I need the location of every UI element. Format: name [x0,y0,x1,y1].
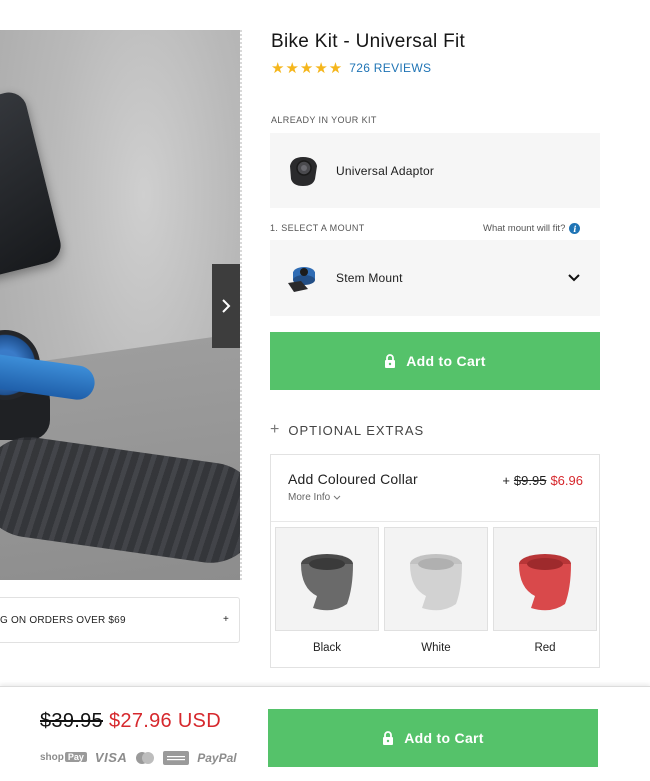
sticky-price-old: $39.95 [40,710,103,732]
plus-icon: + [222,614,229,625]
mastercard-icon [136,751,155,764]
more-info-link[interactable]: More Info [288,492,341,503]
promo-text: G ON ORDERS OVER $69 [0,614,126,626]
collar-price: + $9.95 $6.96 [502,473,583,488]
mount-selected: Stem Mount [336,271,403,285]
price-prefix: + [502,473,510,488]
collar-option-white[interactable]: White [384,527,488,654]
collar-option-red[interactable]: Red [493,527,597,654]
collar-option-black[interactable]: Black [275,527,379,654]
collar-card: Add Coloured Collar More Info + $9.95 $6… [270,454,600,668]
shop-pay-icon: shop Pay [40,752,87,763]
star-rating-icon: ★★★★★ [271,60,344,77]
collar-image-red [493,527,597,631]
lock-icon [385,354,396,368]
slider-next-button[interactable] [212,264,240,348]
kit-item: Universal Adaptor [270,133,600,208]
rating: ★★★★★ 726 REVIEWS [271,59,431,77]
collar-header: Add Coloured Collar More Info + $9.95 $6… [271,455,599,522]
sticky-price: $39.95 $27.96 USD [40,710,221,733]
sticky-cart-bar: $39.95 $27.96 USD shop Pay VISA PayPal Ad… [0,686,650,781]
optional-extras-heading: OPTIONAL EXTRAS [288,422,425,438]
sticky-add-to-cart-button[interactable]: Add to Cart [268,709,598,767]
collar-label-white: White [421,642,451,654]
info-icon: i [569,223,581,234]
product-image [0,30,240,580]
amex-icon [163,750,190,765]
adaptor-thumbnail [284,152,322,190]
mount-help-text: What mount will fit? [483,223,566,234]
collar-image-white [384,527,488,631]
mount-label: 1. SELECT A MOUNT [270,223,365,233]
collar-label-red: Red [534,642,556,654]
product-title: Bike Kit - Universal Fit [271,31,466,52]
collar-label-black: Black [312,642,342,654]
sticky-add-to-cart-label: Add to Cart [404,730,484,746]
lock-icon [383,731,394,745]
sticky-price-new: $27.96 USD [108,710,221,732]
kit-item-name: Universal Adaptor [336,163,435,178]
image-phone [0,88,65,287]
kit-label: ALREADY IN YOUR KIT [271,115,377,125]
optional-extras-toggle[interactable]: + OPTIONAL EXTRAS [270,421,424,439]
collar-options: Black White Red [271,522,599,654]
plus-icon: + [270,421,281,438]
mount-select[interactable]: Stem Mount [270,240,600,316]
collar-image-black [275,527,379,631]
chevron-right-icon [222,299,231,313]
visa-icon: VISA [94,750,128,765]
image-divider [240,30,242,580]
reviews-link[interactable]: 726 REVIEWS [349,61,431,75]
chevron-down-icon [333,495,341,500]
stem-mount-thumbnail [284,259,322,297]
add-to-cart-label: Add to Cart [406,353,486,369]
more-info-label: More Info [288,492,331,503]
collar-price-new: $6.96 [550,473,583,488]
chevron-down-icon [568,274,580,282]
add-to-cart-button[interactable]: Add to Cart [270,332,600,390]
shipping-promo[interactable]: G ON ORDERS OVER $69 + [0,597,240,643]
paypal-icon: PayPal [197,750,237,765]
payment-methods: shop Pay VISA PayPal [40,750,237,765]
collar-price-old: $9.95 [513,473,547,488]
mount-help-link[interactable]: What mount will fit? i [483,223,581,234]
